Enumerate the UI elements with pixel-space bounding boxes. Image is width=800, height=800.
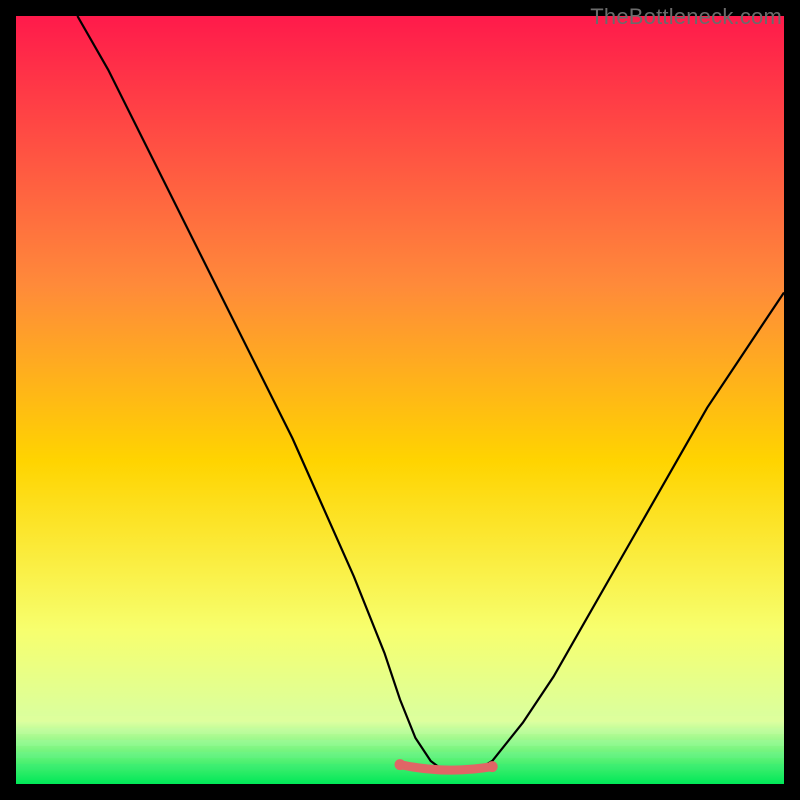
watermark-text: TheBottleneck.com	[590, 4, 782, 30]
gradient-background	[16, 16, 784, 784]
chart-canvas	[16, 16, 784, 784]
optimal-range-start-dot	[395, 759, 406, 770]
optimal-range-end-dot	[487, 761, 498, 772]
chart-frame	[16, 16, 784, 784]
